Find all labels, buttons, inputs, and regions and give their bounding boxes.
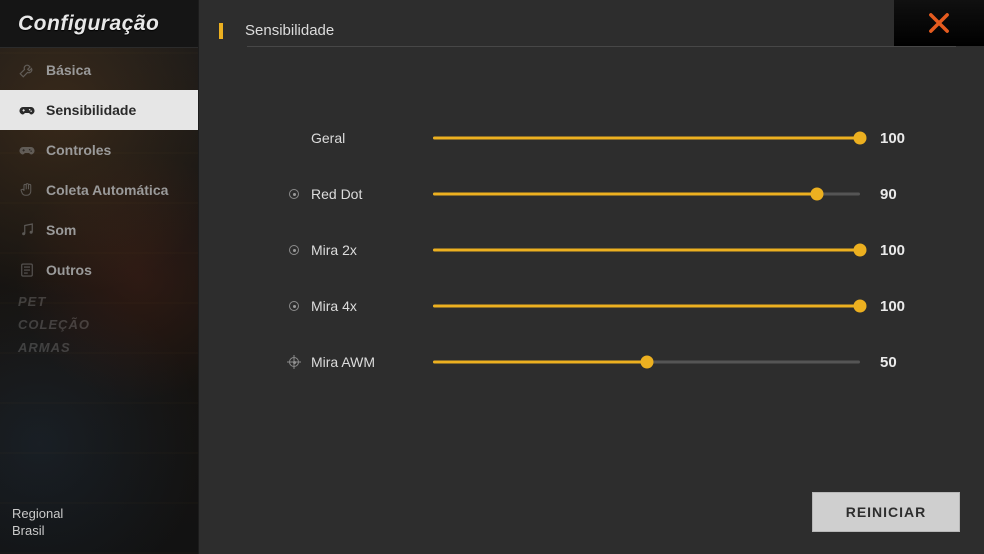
note-icon xyxy=(18,261,36,279)
reset-button-label: REINICIAR xyxy=(846,504,927,520)
sidebar-item-coleta-automática[interactable]: Coleta Automática xyxy=(0,170,198,210)
hand-icon xyxy=(18,181,36,199)
slider-track[interactable] xyxy=(433,243,860,257)
slider-track[interactable] xyxy=(433,299,860,313)
close-icon xyxy=(925,9,953,37)
slider-row-mira-awm: Mira AWM 50 xyxy=(285,334,924,390)
slider-fill xyxy=(433,305,860,308)
scope-ring-icon xyxy=(285,301,303,311)
section-header: Sensibilidade xyxy=(219,22,884,39)
sidebar-bg-label: PET xyxy=(0,290,198,313)
sidebar-item-básica[interactable]: Básica xyxy=(0,50,198,90)
slider-track[interactable] xyxy=(433,355,860,369)
scope-ring-icon xyxy=(285,245,303,255)
sidebar-item-som[interactable]: Som xyxy=(0,210,198,250)
slider-row-red-dot: Red Dot 90 xyxy=(285,166,924,222)
slider-value: 100 xyxy=(860,242,924,259)
sidebar-faded-bg: PETCOLEÇÃOARMAS xyxy=(0,290,198,359)
slider-label: Mira 4x xyxy=(303,298,433,314)
sidebar-item-sensibilidade[interactable]: Sensibilidade xyxy=(0,90,198,130)
scope-ring-icon xyxy=(285,189,303,199)
slider-fill xyxy=(433,249,860,252)
footer-country: Brasil xyxy=(12,523,63,538)
slider-label: Mira 2x xyxy=(303,242,433,258)
sliders-container: Geral100Red Dot90Mira 2x100Mira 4x100Mir… xyxy=(285,110,924,390)
slider-thumb[interactable] xyxy=(811,188,824,201)
main-panel: Sensibilidade Geral 100 Red Dot 90 Mira 2x 10… xyxy=(198,0,984,554)
gamepad-icon xyxy=(18,101,36,119)
sidebar-bg-label: COLEÇÃO xyxy=(0,313,198,336)
slider-value: 100 xyxy=(860,298,924,315)
sidebar-item-label: Controles xyxy=(46,142,111,158)
sidebar-footer: Regional Brasil xyxy=(12,506,63,538)
close-button[interactable] xyxy=(894,0,984,46)
slider-thumb[interactable] xyxy=(854,132,867,145)
section-underline xyxy=(247,46,956,47)
sidebar-item-outros[interactable]: Outros xyxy=(0,250,198,290)
slider-value: 100 xyxy=(860,130,924,147)
crosshair-icon xyxy=(285,357,303,367)
slider-row-geral: Geral 100 xyxy=(285,110,924,166)
music-icon xyxy=(18,221,36,239)
slider-value: 90 xyxy=(860,186,924,203)
sidebar-item-controles[interactable]: Controles xyxy=(0,130,198,170)
slider-label: Red Dot xyxy=(303,186,433,202)
slider-track[interactable] xyxy=(433,131,860,145)
slider-value: 50 xyxy=(860,354,924,371)
reset-button[interactable]: REINICIAR xyxy=(812,492,960,532)
slider-fill xyxy=(433,361,647,364)
sidebar-item-label: Coleta Automática xyxy=(46,182,168,198)
slider-label: Geral xyxy=(303,130,433,146)
slider-thumb[interactable] xyxy=(854,300,867,313)
slider-track[interactable] xyxy=(433,187,860,201)
sidebar-items: Básica Sensibilidade Controles Coleta Autom… xyxy=(0,50,198,290)
gamepad-icon xyxy=(18,141,36,159)
slider-fill xyxy=(433,193,817,196)
slider-fill xyxy=(433,137,860,140)
footer-regional: Regional xyxy=(12,506,63,521)
sidebar-header: Configuração xyxy=(0,0,198,48)
sidebar-item-label: Outros xyxy=(46,262,92,278)
sidebar-title: Configuração xyxy=(18,12,159,36)
section-title: Sensibilidade xyxy=(245,22,334,39)
sidebar-item-label: Sensibilidade xyxy=(46,102,136,118)
slider-row-mira-2x: Mira 2x 100 xyxy=(285,222,924,278)
wrench-icon xyxy=(18,61,36,79)
sidebar-bg-label: ARMAS xyxy=(0,336,198,359)
slider-thumb[interactable] xyxy=(640,356,653,369)
slider-label: Mira AWM xyxy=(303,354,433,370)
sidebar: Configuração Básica Sensibilidade Controle… xyxy=(0,0,198,554)
sidebar-item-label: Básica xyxy=(46,62,91,78)
slider-row-mira-4x: Mira 4x 100 xyxy=(285,278,924,334)
slider-thumb[interactable] xyxy=(854,244,867,257)
section-accent-bar xyxy=(219,23,223,39)
sidebar-item-label: Som xyxy=(46,222,76,238)
